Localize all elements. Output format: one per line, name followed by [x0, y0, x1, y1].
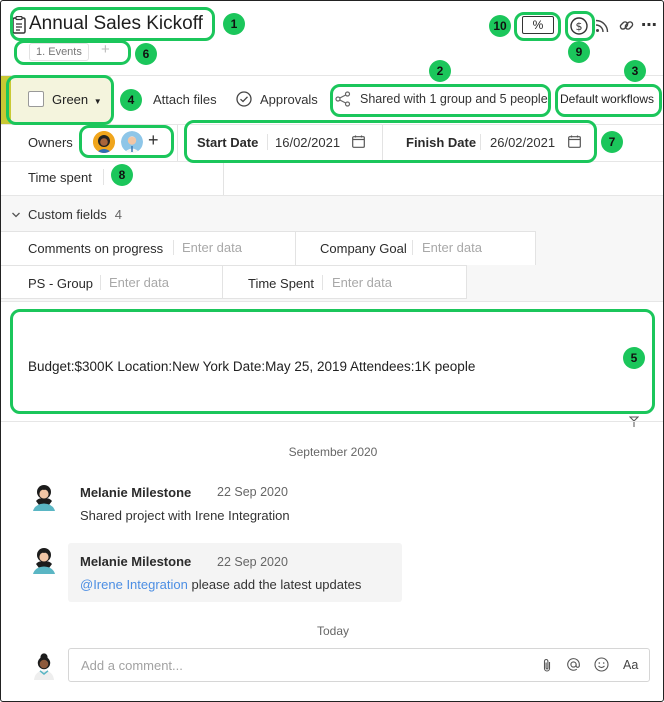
finish-date-separator [480, 134, 481, 150]
callout-badge: 9 [568, 41, 590, 63]
more-options-button[interactable]: ⋯ [641, 15, 657, 35]
author-avatar [31, 483, 57, 511]
comment-input[interactable]: Add a comment... [68, 648, 650, 682]
comment-body: please add the latest updates [187, 577, 362, 592]
custom-fields-count: 4 [114, 207, 122, 222]
activity-month-header: September 2020 [288, 445, 378, 459]
callout-badge: 2 [429, 60, 451, 82]
workflow-dropdown[interactable]: Default workflows [560, 92, 654, 106]
attach-files-button[interactable]: Attach files [153, 92, 217, 107]
custom-fields-toggle[interactable]: Custom fields 4 [11, 207, 122, 222]
add-tab-button[interactable]: + [101, 41, 110, 58]
custom-field-label: PS - Group [28, 276, 94, 291]
finish-date-value: 26/02/2021 [490, 135, 556, 150]
callout-badge: 1 [223, 13, 245, 35]
chevron-down-icon [11, 210, 21, 220]
workflow-label: Default workflows [560, 92, 655, 106]
svg-text:$: $ [576, 20, 583, 33]
dates-divider [382, 125, 383, 161]
custom-field-separator [100, 275, 101, 290]
share-icon [335, 91, 351, 107]
custom-field-separator [412, 240, 413, 255]
custom-field-separator [173, 240, 174, 255]
custom-field-input[interactable]: Enter data [332, 275, 392, 290]
owner-avatar-2[interactable] [121, 131, 143, 153]
activity-text: Shared project with Irene Integration [80, 508, 290, 523]
activity-date: 22 Sep 2020 [217, 485, 288, 499]
finish-date-field[interactable]: 26/02/2021 [490, 135, 555, 150]
start-date-field[interactable]: 16/02/2021 [275, 135, 340, 150]
comment-bubble [68, 543, 402, 602]
callout-badge: 6 [135, 43, 157, 65]
status-label: Green [52, 92, 89, 107]
copy-link-icon[interactable] [618, 17, 634, 33]
percent-label: % [532, 18, 544, 32]
time-spent-divider [223, 162, 224, 195]
custom-field-label: Comments on progress [28, 241, 164, 256]
mention-at-icon[interactable] [566, 657, 582, 673]
custom-fields-header: Custom fields [28, 207, 107, 222]
comment-text: @Irene Integration please add the latest… [80, 577, 361, 592]
start-date-value: 16/02/2021 [275, 135, 341, 150]
task-view: Annual Sales Kickoff 1. Events + % $ ⋯ G… [0, 0, 664, 702]
chevron-down-icon: ▼ [93, 97, 102, 106]
callout-badge: 8 [111, 164, 133, 186]
attach-files-label: Attach files [153, 92, 217, 107]
task-description[interactable]: Budget:$300K Location:New York Date:May … [28, 359, 475, 374]
author-avatar [31, 546, 57, 574]
time-spent-separator [103, 169, 104, 185]
callout-badge: 4 [120, 89, 142, 111]
comment-author[interactable]: Melanie Milestone [80, 554, 191, 569]
emoji-smiley-icon[interactable] [594, 657, 610, 673]
check-circle-icon [236, 91, 252, 107]
time-spent-label: Time spent [28, 170, 92, 185]
finish-date-label: Finish Date [406, 135, 477, 150]
status-checkbox[interactable] [28, 91, 44, 107]
approvals-button[interactable]: Approvals [236, 90, 318, 108]
attachment-paperclip-icon[interactable] [541, 658, 553, 673]
callout-badge: 7 [601, 131, 623, 153]
comment-date: 22 Sep 2020 [217, 555, 288, 569]
text-format-button[interactable]: Aa [623, 658, 638, 672]
callout-badge: 5 [623, 347, 645, 369]
custom-field-label: Time Spent [248, 276, 314, 291]
budget-dollar-icon[interactable]: $ [569, 16, 589, 36]
callout-badge: 10 [489, 15, 511, 37]
description-bottom-divider [1, 421, 663, 422]
current-user-avatar [31, 652, 57, 680]
calendar-icon[interactable] [352, 135, 365, 148]
custom-field-separator [322, 275, 323, 290]
custom-field-label: Company Goal [320, 241, 407, 256]
callout-badge: 3 [624, 60, 646, 82]
approvals-label: Approvals [260, 91, 318, 107]
owners-divider [177, 125, 178, 161]
owners-label: Owners [28, 135, 73, 150]
start-date-label: Start Date [197, 135, 259, 150]
rss-feed-icon[interactable] [594, 18, 610, 34]
activity-author[interactable]: Melanie Milestone [80, 485, 191, 500]
start-date-separator [267, 134, 268, 150]
dates-row-divider [1, 161, 663, 162]
custom-fields-top-divider [1, 195, 663, 196]
comment-placeholder: Add a comment... [81, 658, 183, 673]
breadcrumb-tab-label: 1. Events [36, 46, 82, 58]
percent-button[interactable]: % [522, 16, 554, 34]
task-title-icon [12, 15, 26, 34]
custom-field-input[interactable]: Enter data [109, 275, 169, 290]
owner-avatar-1[interactable] [93, 131, 115, 153]
mention-link[interactable]: @Irene Integration [80, 577, 188, 592]
shared-label: Shared with 1 group and 5 people [360, 92, 548, 106]
activity-today-header: Today [316, 624, 350, 638]
calendar-icon[interactable] [568, 135, 581, 148]
status-color-bar [1, 76, 11, 124]
breadcrumb-tab-events[interactable]: 1. Events [29, 43, 89, 61]
task-title[interactable]: Annual Sales Kickoff [29, 13, 203, 35]
status-dropdown[interactable]: Green ▼ [52, 92, 102, 107]
custom-field-input[interactable]: Enter data [182, 240, 242, 255]
add-owner-button[interactable]: + [148, 130, 159, 151]
toolbar-bottom-divider [1, 124, 663, 125]
description-top-divider [1, 301, 663, 302]
custom-field-input[interactable]: Enter data [422, 240, 482, 255]
share-button[interactable]: Shared with 1 group and 5 people [335, 90, 548, 108]
